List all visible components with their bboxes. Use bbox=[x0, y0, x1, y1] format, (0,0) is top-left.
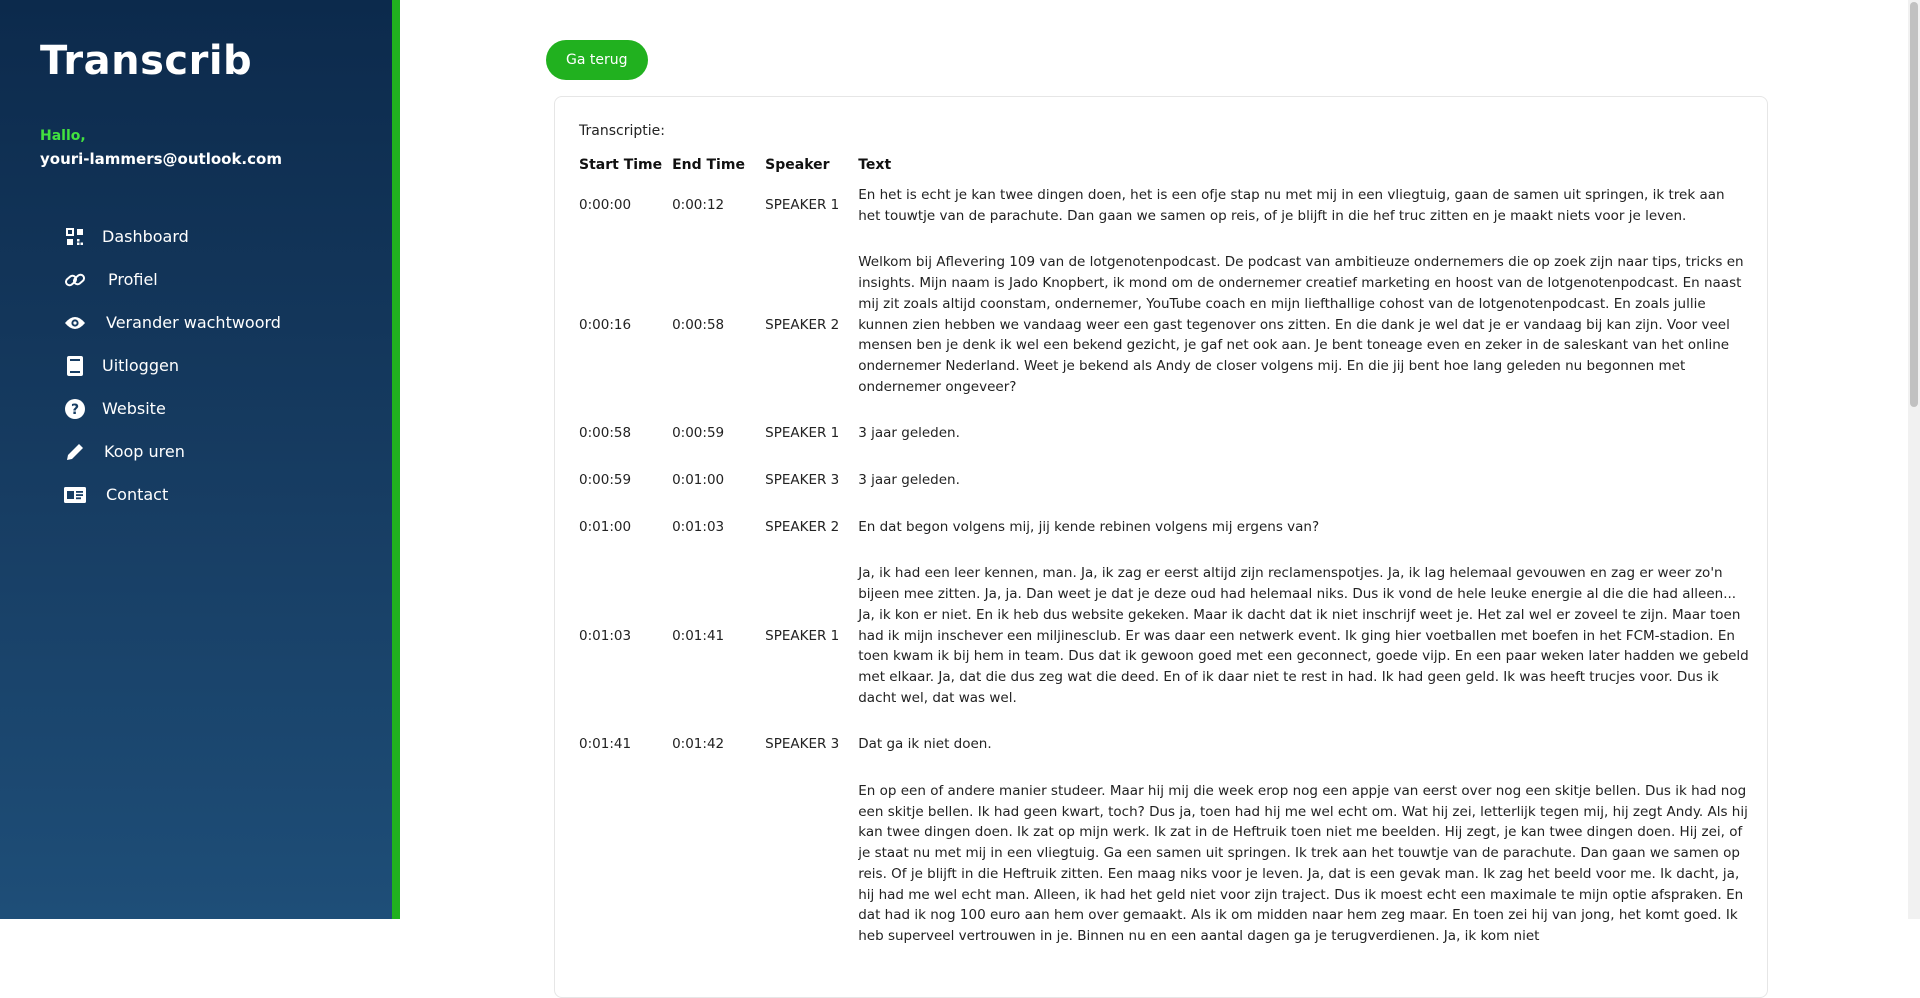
table-row: 0:01:00 0:01:03 SPEAKER 2 En dat begon volg… bbox=[579, 511, 1749, 558]
sidebar-nav: Dashboard Profiel Verander wachtwoord Ui… bbox=[64, 215, 281, 516]
table-row: En op een of andere manier studeer. Maar… bbox=[579, 775, 1749, 967]
sidebar-item-contact[interactable]: Contact bbox=[64, 473, 281, 516]
cell-text: En dat begon volgens mij, jij kende rebi… bbox=[858, 518, 1320, 535]
scrollbar-thumb[interactable] bbox=[1910, 2, 1918, 407]
cell-end-time: 0:00:12 bbox=[672, 197, 725, 214]
sidebar-item-label: Dashboard bbox=[102, 227, 189, 246]
scrollbar[interactable] bbox=[1908, 0, 1920, 919]
cell-text: 3 jaar geleden. bbox=[858, 425, 960, 442]
cell-speaker bbox=[765, 775, 858, 967]
app-logo: Transcrib bbox=[40, 38, 253, 84]
cell-speaker: SPEAKER 2 bbox=[765, 316, 840, 333]
link-icon bbox=[64, 269, 86, 291]
cell-speaker: SPEAKER 3 bbox=[765, 472, 840, 489]
cell-start-time: 0:00:16 bbox=[579, 316, 632, 333]
greeting: Hallo, bbox=[40, 128, 86, 144]
cell-speaker: SPEAKER 3 bbox=[765, 736, 840, 753]
eye-icon bbox=[64, 312, 86, 334]
sidebar-accent-bar bbox=[392, 0, 400, 919]
grid-icon bbox=[64, 226, 86, 248]
cell-start-time bbox=[579, 775, 672, 967]
sidebar-item-uitloggen[interactable]: Uitloggen bbox=[64, 344, 281, 387]
cell-text: Welkom bij Aflevering 109 van de lotgeno… bbox=[858, 254, 1744, 395]
table-row: 0:00:16 0:00:58 SPEAKER 2 Welkom bij Afleve… bbox=[579, 246, 1749, 417]
cell-start-time: 0:00:00 bbox=[579, 197, 632, 214]
table-row: 0:01:03 0:01:41 SPEAKER 1 Ja, ik had een le… bbox=[579, 557, 1749, 728]
cell-end-time bbox=[672, 775, 765, 967]
sidebar-item-label: Contact bbox=[106, 485, 169, 504]
cell-speaker: SPEAKER 2 bbox=[765, 518, 840, 535]
cell-text: 3 jaar geleden. bbox=[858, 472, 960, 489]
header-text: Text bbox=[858, 157, 892, 173]
sidebar-item-label: Verander wachtwoord bbox=[106, 313, 281, 332]
sidebar: Transcrib Hallo, youri-lammers@outlook.c… bbox=[0, 0, 392, 919]
sidebar-item-koop-uren[interactable]: Koop uren bbox=[64, 430, 281, 473]
cell-start-time: 0:00:58 bbox=[579, 425, 632, 442]
table-row: 0:00:00 0:00:12 SPEAKER 1 En het is echt je… bbox=[579, 179, 1749, 246]
table-row: 0:00:59 0:01:00 SPEAKER 3 3 jaar geleden. bbox=[579, 464, 1749, 511]
transcript-title: Transcriptie: bbox=[579, 123, 665, 139]
cell-start-time: 0:00:59 bbox=[579, 472, 632, 489]
cell-end-time: 0:00:59 bbox=[672, 425, 725, 442]
cell-end-time: 0:00:58 bbox=[672, 316, 725, 333]
sidebar-item-label: Uitloggen bbox=[102, 356, 179, 375]
user-email: youri-lammers@outlook.com bbox=[40, 150, 282, 168]
cell-text: En het is echt je kan twee dingen doen, … bbox=[858, 187, 1725, 224]
transcript-card: Transcriptie: Start Time End Time Speake… bbox=[554, 96, 1768, 998]
cell-speaker: SPEAKER 1 bbox=[765, 425, 840, 442]
table-row: 0:01:41 0:01:42 SPEAKER 3 Dat ga ik niet do… bbox=[579, 728, 1749, 775]
transcript-table: Start Time End Time Speaker Text 0:00:00… bbox=[579, 157, 1749, 967]
header-end-time: End Time bbox=[672, 157, 745, 173]
sidebar-item-website[interactable]: ? Website bbox=[64, 387, 281, 430]
cell-start-time: 0:01:00 bbox=[579, 518, 632, 535]
sidebar-item-dashboard[interactable]: Dashboard bbox=[64, 215, 281, 258]
cell-speaker: SPEAKER 1 bbox=[765, 627, 840, 644]
cell-start-time: 0:01:41 bbox=[579, 736, 632, 753]
cell-speaker: SPEAKER 1 bbox=[765, 197, 840, 214]
cell-text: Dat ga ik niet doen. bbox=[858, 736, 992, 753]
svg-text:?: ? bbox=[71, 402, 79, 418]
sidebar-item-label: Koop uren bbox=[104, 442, 185, 461]
pencil-icon bbox=[64, 441, 86, 463]
main-content: Ga terug Transcriptie: Start Time End Ti… bbox=[400, 0, 1920, 998]
cell-text: En op een of andere manier studeer. Maar… bbox=[858, 783, 1748, 944]
sidebar-item-label: Website bbox=[102, 399, 166, 418]
table-header-row: Start Time End Time Speaker Text bbox=[579, 157, 1749, 179]
cell-end-time: 0:01:42 bbox=[672, 736, 725, 753]
header-start-time: Start Time bbox=[579, 157, 663, 173]
cell-end-time: 0:01:03 bbox=[672, 518, 725, 535]
book-icon bbox=[64, 355, 86, 377]
help-icon: ? bbox=[64, 398, 86, 420]
cell-text: Ja, ik had een leer kennen, man. Ja, ik … bbox=[858, 565, 1749, 706]
cell-end-time: 0:01:41 bbox=[672, 627, 725, 644]
sidebar-item-label: Profiel bbox=[108, 270, 158, 289]
back-button[interactable]: Ga terug bbox=[546, 40, 648, 80]
cell-start-time: 0:01:03 bbox=[579, 627, 632, 644]
transcript-rows: 0:00:00 0:00:12 SPEAKER 1 En het is echt je… bbox=[579, 179, 1749, 967]
sidebar-item-verander-wachtwoord[interactable]: Verander wachtwoord bbox=[64, 301, 281, 344]
table-row: 0:00:58 0:00:59 SPEAKER 1 3 jaar geleden. bbox=[579, 417, 1749, 464]
sidebar-item-profiel[interactable]: Profiel bbox=[64, 258, 281, 301]
cell-end-time: 0:01:00 bbox=[672, 472, 725, 489]
header-speaker: Speaker bbox=[765, 157, 830, 173]
contact-card-icon bbox=[64, 484, 86, 506]
